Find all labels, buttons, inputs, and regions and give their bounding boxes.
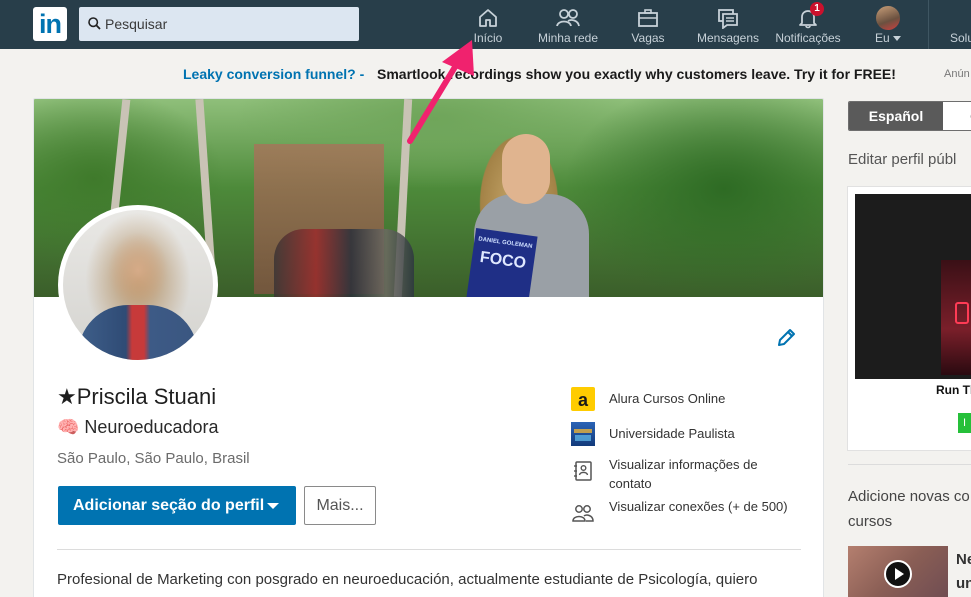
cover-people <box>274 229 414 297</box>
education-unip-label: Universidade Paulista <box>609 426 735 441</box>
linkedin-logo[interactable]: in <box>33 7 67 41</box>
nav-divider <box>928 0 929 49</box>
svg-text:a: a <box>578 390 589 410</box>
add-profile-section-label: Adicionar seção do perfil <box>73 496 265 514</box>
home-icon <box>479 9 497 27</box>
chevron-down-icon <box>893 36 902 42</box>
contact-card-icon <box>574 461 592 481</box>
book-title: FOCO <box>478 248 527 273</box>
book-author: DANIEL GOLEMAN <box>477 236 533 251</box>
nav-notifications-label: Notificações <box>775 31 841 45</box>
nav-solutions-label: Solu <box>950 31 971 45</box>
nav-me[interactable]: Eu <box>866 0 910 49</box>
more-button[interactable]: Mais... <box>304 486 376 525</box>
contact-info-label: Visualizar informações de contato <box>609 457 758 491</box>
alura-logo-icon: a <box>571 387 595 411</box>
ad-banner: Leaky conversion funnel? - Smartlook rec… <box>0 60 971 88</box>
language-option-other[interactable]: O <box>944 102 971 130</box>
course-title[interactable]: Ne un <box>956 548 971 596</box>
connections-label: Visualizar conexões (+ de 500) <box>609 499 788 514</box>
notification-badge: 1 <box>810 2 824 16</box>
ad-title: Run Th <box>936 383 971 397</box>
nav-network[interactable]: Minha rede <box>532 0 604 49</box>
profile-photo-jacket <box>78 305 198 360</box>
course-thumbnail[interactable] <box>848 546 948 597</box>
add-profile-section-button[interactable]: Adicionar seção do perfil <box>58 486 296 525</box>
nav-messages-label: Mensagens <box>696 31 760 45</box>
play-icon <box>884 560 912 588</box>
pencil-icon[interactable] <box>775 327 797 349</box>
cover-woman-face <box>502 134 550 204</box>
experience-alura-label: Alura Cursos Online <box>609 391 726 406</box>
annotation-arrow-icon <box>407 40 474 144</box>
add-courses-heading: Adicione novas co cursos <box>848 488 970 530</box>
profile-summary: Profesional de Marketing con posgrado en… <box>57 571 758 588</box>
edit-public-profile-link[interactable]: Editar perfil públ <box>848 151 956 168</box>
profile-headline: 🧠 Neuroeducadora <box>57 417 219 437</box>
briefcase-icon <box>638 9 658 27</box>
language-option-active[interactable]: Español <box>849 102 943 130</box>
nav-messages[interactable]: Mensagens <box>694 0 762 49</box>
network-icon <box>556 9 580 27</box>
ad-cta-button[interactable]: I <box>958 413 971 433</box>
caret-down-icon <box>267 503 279 509</box>
ad-banner-link[interactable]: Leaky conversion funnel? - <box>183 66 364 82</box>
section-divider <box>57 549 801 550</box>
profile-name: ★Priscila Stuani <box>57 384 217 409</box>
connections-icon <box>572 505 594 522</box>
nav-me-label: Eu <box>874 31 890 45</box>
nav-solutions[interactable]: Solu <box>946 0 971 49</box>
cover-book: DANIEL GOLEMAN FOCO <box>466 228 538 297</box>
profile-card: DANIEL GOLEMAN FOCO ★Priscila Stuani 🧠 N… <box>33 98 824 597</box>
search-box[interactable] <box>79 7 359 41</box>
sidebar-ad-card[interactable]: Run Th I <box>847 186 971 451</box>
nav-network-label: Minha rede <box>537 31 599 45</box>
nav-jobs[interactable]: Vagas <box>626 0 670 49</box>
search-icon <box>88 17 101 30</box>
profile-photo[interactable] <box>63 210 213 360</box>
sidebar-divider <box>848 464 971 465</box>
search-input[interactable] <box>105 7 355 41</box>
profile-location: São Paulo, São Paulo, Brasil <box>57 450 250 467</box>
ad-neon-sign <box>955 302 969 324</box>
avatar <box>876 6 900 30</box>
messages-icon <box>718 9 738 29</box>
top-nav: in Início Minha rede Vagas Mensagens 1 N… <box>0 0 971 49</box>
university-logo-icon <box>571 422 595 446</box>
nav-jobs-label: Vagas <box>631 31 665 45</box>
ad-label: Anún <box>944 68 970 80</box>
nav-notifications[interactable]: 1 Notificações <box>772 0 844 49</box>
language-switch: Español O <box>848 101 971 131</box>
ad-image-detail <box>941 260 971 375</box>
